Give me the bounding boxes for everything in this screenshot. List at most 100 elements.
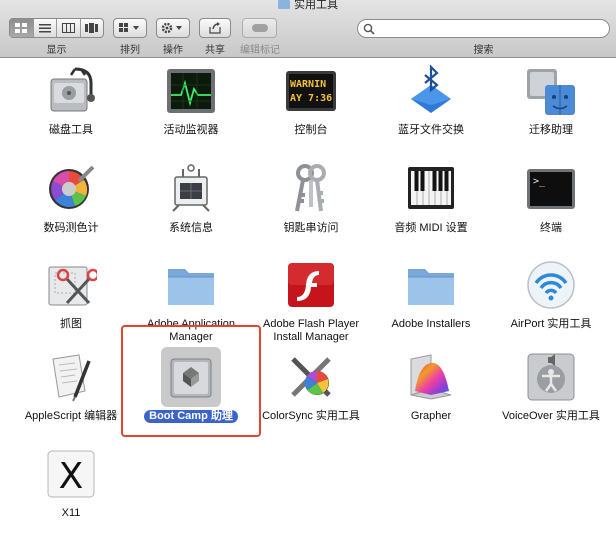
search-input[interactable]: [376, 21, 604, 36]
app-label: Boot Camp 助理: [126, 410, 256, 423]
window-title-text: 实用工具: [294, 0, 338, 11]
bluetooth-icon: [411, 65, 451, 113]
grab-icon: [48, 266, 97, 306]
folder-icon: [408, 269, 454, 305]
app-label: ColorSync 实用工具: [262, 410, 360, 422]
app-label: Adobe Application Manager: [126, 318, 256, 344]
applescript-icon: [52, 354, 91, 402]
arrange-icon: [119, 23, 139, 32]
app-label-text: Boot Camp 助理: [144, 410, 238, 423]
keychain-icon: [295, 164, 326, 212]
app-audio-midi-setup[interactable]: 音频 MIDI 设置: [366, 163, 496, 253]
flash-icon: [288, 263, 334, 307]
airport-icon: [527, 261, 575, 309]
column-view-icon: [61, 23, 75, 33]
app-bluetooth-file-exchange[interactable]: 蓝牙文件交换: [366, 65, 496, 155]
view-label: 显示: [46, 45, 67, 56]
edit-tags-button[interactable]: [242, 18, 277, 38]
grapher-icon: [410, 354, 452, 400]
console-icon-line-2: AY 7:36: [290, 93, 332, 104]
app-label: 控制台: [294, 124, 328, 136]
edit-tags-label: 编辑标记: [240, 45, 280, 56]
app-grapher[interactable]: Grapher: [366, 351, 496, 441]
app-boot-camp-assistant[interactable]: Boot Camp 助理: [126, 347, 256, 441]
app-grab[interactable]: 抓图: [6, 259, 136, 349]
app-label-line-2: Install Manager: [273, 331, 349, 343]
app-disk-utility[interactable]: 磁盘工具: [6, 65, 136, 155]
edit-tags-segment: [243, 19, 276, 37]
list-view-icon: [38, 24, 51, 33]
search-field[interactable]: [357, 19, 610, 38]
app-label: 活动监视器: [163, 124, 219, 136]
app-applescript-editor[interactable]: AppleScript 编辑器: [6, 351, 136, 441]
gear-icon: [161, 22, 182, 34]
migration-assistant-icon: [527, 69, 575, 115]
search-label: 搜索: [473, 45, 494, 56]
folder-icon: [168, 269, 214, 305]
icon-view-icon: [15, 23, 28, 33]
action-segment: [157, 19, 189, 37]
share-segment: [200, 19, 230, 37]
app-label: 数码测色计: [43, 222, 99, 234]
app-adobe-application-manager[interactable]: Adobe Application Manager: [126, 259, 256, 349]
search-icon: [363, 23, 375, 35]
app-airport-utility[interactable]: AirPort 实用工具: [486, 259, 616, 349]
arrange-button[interactable]: [113, 18, 147, 38]
app-label: AppleScript 编辑器: [24, 410, 118, 422]
app-label: 终端: [540, 222, 562, 234]
app-label-line-1: Adobe Flash Player: [263, 318, 359, 330]
app-label: 音频 MIDI 设置: [394, 222, 468, 234]
app-label-line-1: Adobe Application: [146, 318, 236, 330]
icon-view-button[interactable]: [10, 19, 34, 37]
app-colorsync-utility[interactable]: ColorSync 实用工具: [246, 351, 376, 441]
app-terminal[interactable]: >_ 终端: [486, 163, 616, 253]
view-segmented-control: [9, 18, 104, 38]
app-adobe-installers[interactable]: Adobe Installers: [366, 259, 496, 349]
system-information-icon: [172, 164, 210, 212]
x11-icon-letter: X: [59, 456, 84, 497]
column-view-button[interactable]: [57, 19, 81, 37]
audio-midi-icon: [408, 167, 454, 209]
share-button[interactable]: [199, 18, 231, 38]
voiceover-icon: [527, 353, 575, 401]
list-view-button[interactable]: [34, 19, 57, 37]
app-label: AirPort 实用工具: [510, 318, 592, 330]
app-label: 抓图: [60, 318, 82, 330]
share-icon: [209, 22, 221, 34]
action-button[interactable]: [156, 18, 190, 38]
activity-monitor-icon: [167, 69, 215, 113]
app-adobe-flash-player-install-manager[interactable]: Adobe Flash Player Install Manager: [246, 259, 376, 349]
app-label: 迁移助理: [529, 124, 573, 136]
console-icon-line-1: WARNIN: [290, 79, 326, 90]
coverflow-view-icon: [85, 23, 99, 33]
app-activity-monitor[interactable]: 活动监视器: [126, 65, 256, 155]
app-label: Grapher: [410, 410, 452, 422]
app-system-information[interactable]: 系统信息: [126, 163, 256, 253]
share-label: 共享: [205, 45, 225, 56]
app-label: Adobe Installers: [391, 318, 471, 330]
window-title: 实用工具: [0, 0, 616, 12]
terminal-icon-prompt: >_: [533, 176, 546, 187]
arrange-label: 排列: [120, 45, 140, 56]
file-browser: 磁盘工具 活动监视器 WARNIN AY 7:36 控制台 蓝牙文件交换 迁移助…: [0, 58, 616, 531]
app-label: 磁盘工具: [49, 124, 93, 136]
console-icon: WARNIN AY 7:36: [286, 71, 336, 111]
app-migration-assistant[interactable]: 迁移助理: [486, 65, 616, 155]
action-label: 操作: [163, 45, 183, 56]
app-voiceover-utility[interactable]: VoiceOver 实用工具: [486, 351, 616, 441]
app-digital-color-meter[interactable]: 数码测色计: [6, 163, 136, 253]
app-x11[interactable]: X X11: [6, 448, 136, 538]
app-label: VoiceOver 实用工具: [502, 410, 600, 422]
app-label: 钥匙串访问: [283, 222, 339, 234]
app-keychain-access[interactable]: 钥匙串访问: [246, 163, 376, 253]
app-console[interactable]: WARNIN AY 7:36 控制台: [246, 65, 376, 155]
x11-icon: X: [47, 450, 95, 498]
app-label: 系统信息: [169, 222, 213, 234]
tag-icon: [251, 24, 268, 32]
toolbar: 实用工具 显示 排列 操作 共享 编辑标记 搜索: [0, 0, 616, 58]
disk-utility-icon: [50, 67, 95, 112]
bootcamp-icon: [170, 358, 212, 398]
app-label-line-2: Manager: [169, 331, 213, 343]
colorsync-icon: [291, 357, 331, 397]
coverflow-view-button[interactable]: [81, 19, 104, 37]
